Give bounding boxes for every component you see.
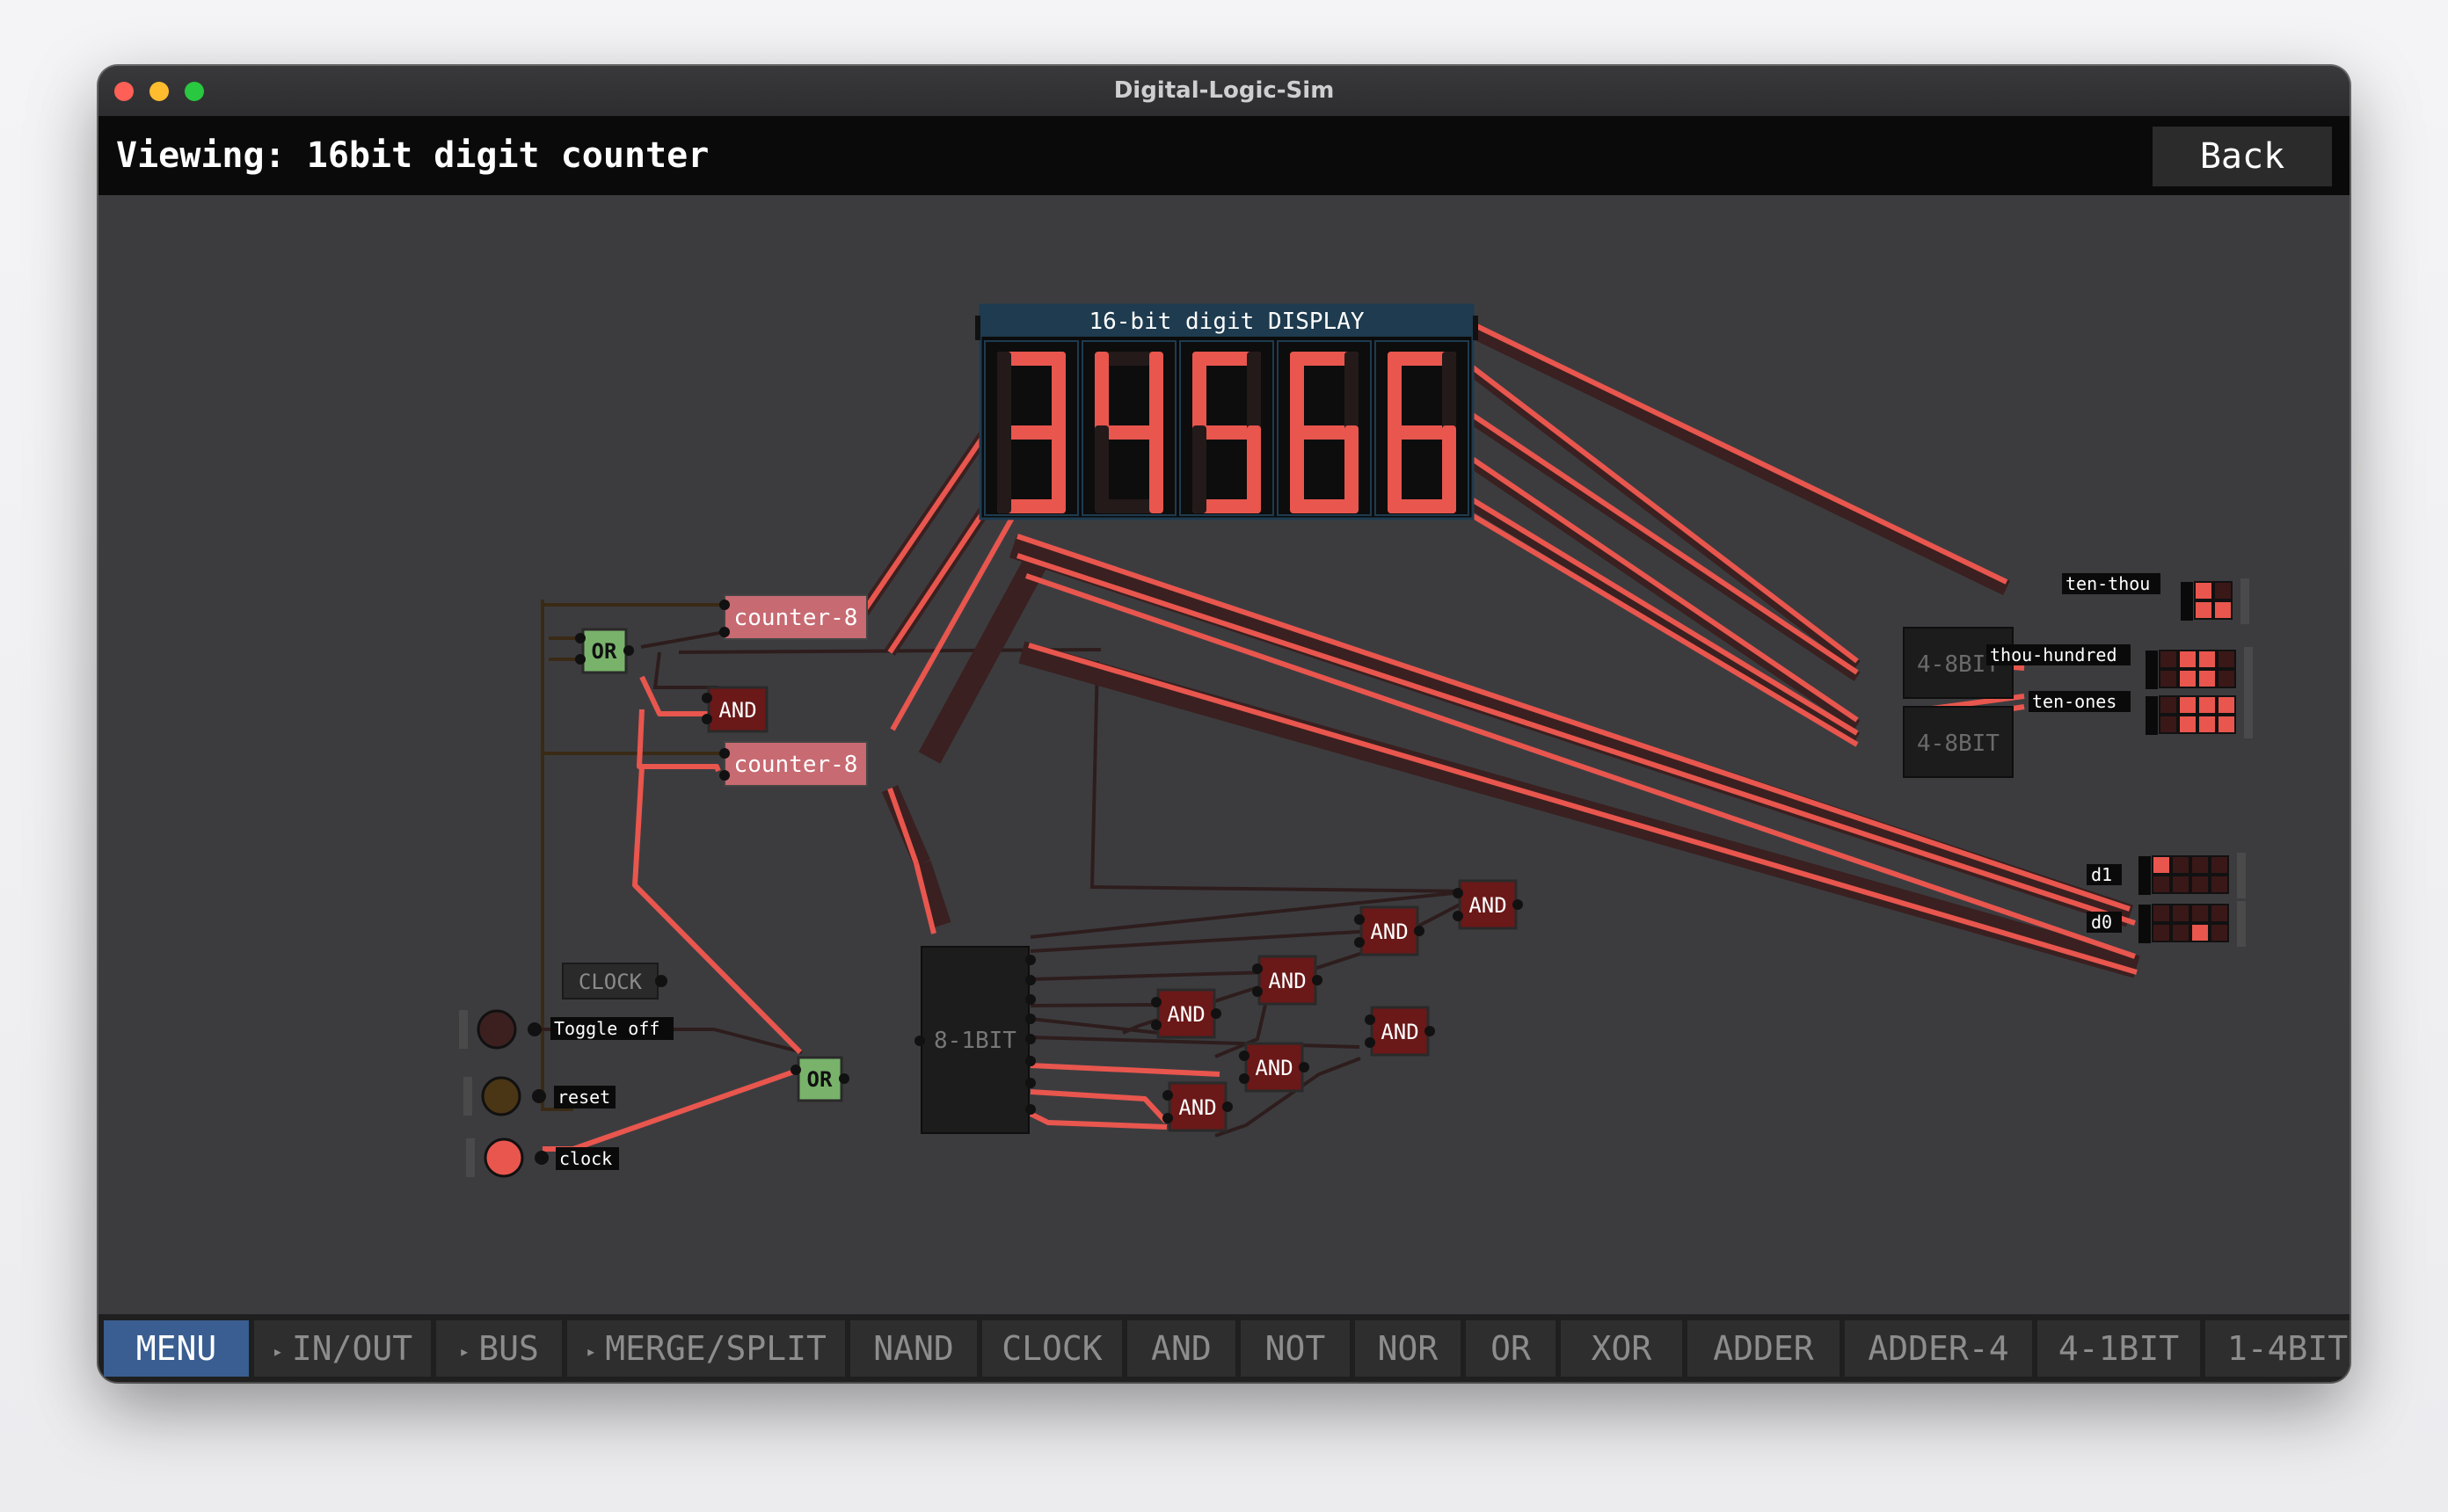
thou-hundred-label: thou-hundred: [1990, 644, 2117, 665]
and-gate-label: AND: [1370, 920, 1408, 944]
digit-4: [1374, 340, 1469, 516]
display-title: 16-bit digit DISPLAY: [1089, 309, 1364, 335]
and-gate-label: AND: [1167, 1002, 1205, 1027]
toolbar-item-label: XOR: [1591, 1329, 1652, 1368]
output-grid-1: [2146, 647, 2253, 693]
digit-2: [1179, 340, 1274, 516]
and-gate-6[interactable]: AND: [1162, 1081, 1233, 1132]
toolbar-item-1-4bit[interactable]: 1-4BIT: [2205, 1320, 2350, 1377]
and-gate-4[interactable]: AND: [1365, 1006, 1435, 1057]
toolbar-item-nor[interactable]: NOR: [1355, 1320, 1461, 1377]
svg-text:4-8BIT: 4-8BIT: [1917, 731, 2000, 757]
or-gate-bottom[interactable]: OR: [790, 1056, 849, 1102]
toolbar-item-label: NOT: [1264, 1329, 1326, 1368]
toolbar-item-label: ADDER-4: [1868, 1329, 2009, 1368]
title-bar: Digital-Logic-Sim: [98, 66, 2350, 117]
svg-text:OR: OR: [807, 1067, 833, 1092]
svg-text:counter-8: counter-8: [734, 605, 858, 631]
clock-pin-button[interactable]: [484, 1138, 524, 1178]
toolbar-item-or[interactable]: OR: [1466, 1320, 1556, 1377]
circuit-svg[interactable]: 16-bit digit DISPLAY Toggle off reset cl…: [98, 195, 2350, 1378]
toolbar-item-adder-4[interactable]: ADDER-4: [1845, 1320, 2032, 1377]
toolbar-item-nand[interactable]: NAND: [850, 1320, 977, 1377]
toolbar-item-label: 1-4BIT: [2226, 1329, 2349, 1368]
ten-ones-label: ten-ones: [2032, 691, 2116, 712]
counter-chip-top[interactable]: counter-8: [719, 594, 868, 640]
and-gate-0[interactable]: AND: [1453, 879, 1523, 930]
toolbar-item-label: OR: [1490, 1329, 1531, 1368]
toolbar-item-xor[interactable]: XOR: [1561, 1320, 1682, 1377]
svg-text:CLOCK: CLOCK: [579, 970, 643, 994]
digit-1: [1082, 340, 1177, 516]
digit-3: [1277, 340, 1372, 516]
ten-thou-label: ten-thou: [2066, 573, 2150, 594]
and-gate-label: AND: [1178, 1095, 1216, 1120]
toolbar-item-label: ADDER: [1713, 1329, 1814, 1368]
converter-chip-bottom[interactable]: 4-8BIT: [1903, 706, 2014, 778]
and-gate-label: AND: [1268, 969, 1306, 993]
d0-label: d0: [2091, 912, 2112, 933]
toolbar-item-label: IN/OUT: [291, 1329, 413, 1368]
and-gate-label: AND: [1381, 1020, 1418, 1044]
svg-text:OR: OR: [592, 639, 617, 664]
and-gate-1[interactable]: AND: [1354, 905, 1424, 956]
toolbar-item-label: NOR: [1377, 1329, 1439, 1368]
toolbar-item-adder[interactable]: ADDER: [1687, 1320, 1840, 1377]
toolbar-item-menu[interactable]: MENU: [104, 1320, 249, 1377]
toolbar-item-in-out[interactable]: ▸ IN/OUT: [254, 1320, 431, 1377]
clock-label: clock: [559, 1148, 612, 1169]
toolbar-item-label: NAND: [873, 1329, 954, 1368]
and-gate-2[interactable]: AND: [1252, 955, 1322, 1006]
window-title: Digital-Logic-Sim: [1113, 77, 1335, 104]
toolbar-item-label: MERGE/SPLIT: [605, 1329, 827, 1368]
toolbar-item-bus[interactable]: ▸ BUS: [436, 1320, 562, 1377]
svg-text:8-1BIT: 8-1BIT: [934, 1028, 1016, 1054]
toolbar-item-label: AND: [1151, 1329, 1212, 1368]
input-pins: Toggle off reset clock: [459, 1009, 674, 1178]
seven-seg-digits: [984, 340, 1469, 516]
digit-display[interactable]: 16-bit digit DISPLAY: [975, 303, 1478, 520]
output-grid-0: [2181, 578, 2249, 624]
svg-text:AND: AND: [718, 698, 756, 723]
output-grid-3: [2138, 853, 2246, 898]
reset-label: reset: [557, 1087, 610, 1108]
and-gate-5[interactable]: AND: [1239, 1042, 1309, 1093]
and-gate-3[interactable]: AND: [1151, 988, 1221, 1039]
clock-chip[interactable]: CLOCK: [562, 963, 667, 1000]
and-gate-mid[interactable]: AND: [702, 686, 769, 733]
toolbar-item-label: CLOCK: [1002, 1329, 1103, 1368]
view-header: Viewing: 16bit digit counter Back: [98, 116, 2350, 195]
toolbar-item-clock[interactable]: CLOCK: [982, 1320, 1122, 1377]
triangle-right-icon: ▸: [272, 1340, 283, 1362]
or-gate-top[interactable]: OR: [575, 628, 634, 674]
counter-chip-bottom[interactable]: counter-8: [719, 741, 868, 787]
toolbar-item-not[interactable]: NOT: [1241, 1320, 1350, 1377]
triangle-right-icon: ▸: [586, 1340, 597, 1362]
reset-pin-button[interactable]: [481, 1076, 521, 1116]
back-button[interactable]: Back: [2153, 127, 2332, 186]
output-grid-4: [2138, 901, 2246, 947]
toggle-label: Toggle off: [554, 1018, 659, 1039]
triangle-right-icon: ▸: [459, 1340, 470, 1362]
toolbar-item-label: 4-1BIT: [2058, 1329, 2180, 1368]
toolbar-item-merge-split[interactable]: ▸ MERGE/SPLIT: [567, 1320, 845, 1377]
output-grid-2: [2146, 693, 2253, 738]
toolbar-item-label: BUS: [478, 1329, 539, 1368]
output-grids: [2138, 578, 2253, 947]
chip-toolbar: MENU ▸ IN/OUT ▸ BUS ▸ MERGE/SPLIT NAND CLOCK AND N…: [98, 1314, 2350, 1382]
and-gate-label: AND: [1468, 893, 1506, 918]
and-gate-label: AND: [1255, 1056, 1293, 1080]
svg-text:counter-8: counter-8: [734, 752, 858, 778]
toolbar-item-4-1bit[interactable]: 4-1BIT: [2037, 1320, 2200, 1377]
circuit-canvas[interactable]: 16-bit digit DISPLAY Toggle off reset cl…: [98, 195, 2350, 1378]
digit-0: [984, 340, 1079, 516]
viewing-title: Viewing: 16bit digit counter: [116, 135, 710, 176]
toolbar-item-and[interactable]: AND: [1127, 1320, 1235, 1377]
toggle-pin-button[interactable]: [477, 1009, 517, 1050]
mux-chip[interactable]: 8-1BIT: [914, 946, 1036, 1134]
app-window: Digital-Logic-Sim Viewing: 16bit digit c…: [98, 66, 2350, 1382]
d1-label: d1: [2091, 864, 2112, 885]
toolbar-item-label: MENU: [135, 1329, 217, 1368]
